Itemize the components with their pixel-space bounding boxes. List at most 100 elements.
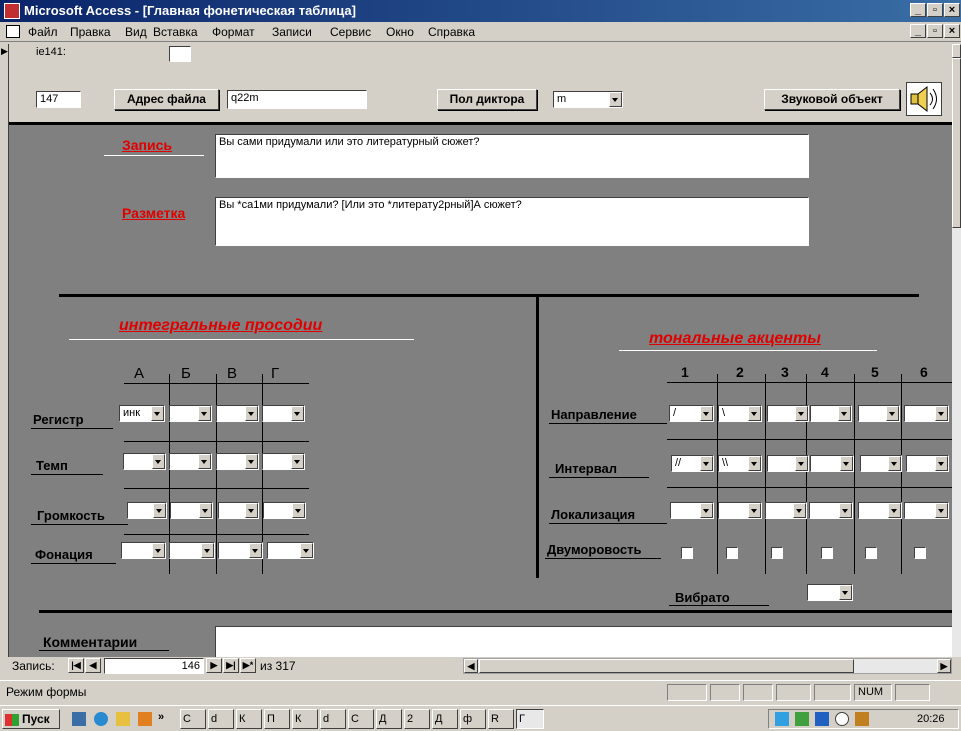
task-button-1[interactable]: С [180, 709, 206, 729]
chevron-down-icon[interactable] [748, 456, 761, 471]
phonation-b-select[interactable] [169, 542, 215, 559]
chevron-down-icon[interactable] [935, 406, 948, 421]
chevron-down-icon[interactable] [199, 503, 212, 518]
localization-3-select[interactable] [765, 502, 807, 519]
loudness-v-select[interactable] [218, 502, 259, 519]
chevron-down-icon[interactable] [292, 503, 305, 518]
chevron-down-icon[interactable] [840, 456, 853, 471]
menu-format[interactable]: Формат [212, 25, 255, 39]
tray-app-icon[interactable] [855, 712, 869, 726]
chevron-down-icon[interactable] [151, 406, 164, 421]
loudness-g-select[interactable] [263, 502, 306, 519]
chevron-down-icon[interactable] [888, 456, 901, 471]
chevron-down-icon[interactable] [839, 585, 852, 600]
direction-5-select[interactable] [858, 405, 900, 422]
dvumorovost-5-checkbox[interactable] [865, 547, 877, 559]
register-v-select[interactable] [216, 405, 259, 422]
vibrato-select[interactable] [807, 584, 853, 601]
dvumorovost-6-checkbox[interactable] [914, 547, 926, 559]
chevron-down-icon[interactable] [245, 503, 258, 518]
menu-window[interactable]: Окно [386, 25, 414, 39]
direction-2-select[interactable]: \ [718, 405, 762, 422]
speaker-icon[interactable] [906, 82, 942, 116]
interval-1-select[interactable]: // [671, 455, 714, 472]
task-button-active[interactable]: Г [516, 709, 544, 729]
register-g-select[interactable] [262, 405, 305, 422]
menu-help[interactable]: Справка [428, 25, 475, 39]
chevron-down-icon[interactable] [700, 503, 713, 518]
chevron-down-icon[interactable] [748, 406, 761, 421]
new-record-icon[interactable]: ▶* [240, 658, 256, 673]
file-address-input[interactable]: q22m [227, 90, 367, 109]
interval-3-select[interactable] [767, 455, 809, 472]
task-button-6[interactable]: d [320, 709, 346, 729]
direction-4-select[interactable] [810, 405, 852, 422]
last-record-icon[interactable]: ▶| [223, 658, 239, 673]
chevron-down-icon[interactable] [291, 454, 304, 469]
menu-tools[interactable]: Сервис [330, 25, 371, 39]
chevron-down-icon[interactable] [700, 406, 713, 421]
quicklaunch-ie-icon[interactable] [94, 712, 108, 726]
chevron-down-icon[interactable] [198, 406, 211, 421]
chevron-down-icon[interactable] [153, 503, 166, 518]
interval-2-select[interactable]: \\ [718, 455, 762, 472]
localization-5-select[interactable] [858, 502, 902, 519]
chevron-down-icon[interactable] [748, 503, 761, 518]
form-document-icon[interactable] [6, 25, 20, 38]
quicklaunch-media-icon[interactable] [138, 712, 152, 726]
menu-file[interactable]: Файл [28, 25, 58, 39]
speaker-gender-button[interactable]: Пол диктора [437, 89, 537, 110]
loudness-b-select[interactable] [170, 502, 213, 519]
razmetka-textbox[interactable]: Вы *са1ми придумали? [Или это *литерату2… [215, 197, 809, 246]
localization-2-select[interactable] [718, 502, 762, 519]
scroll-left-icon[interactable]: ◀ [464, 659, 478, 673]
task-button-12[interactable]: R [488, 709, 514, 729]
chevron-down-icon[interactable] [795, 406, 808, 421]
zapis-textbox[interactable]: Вы сами придумали или это литературный с… [215, 134, 809, 178]
tempo-g-select[interactable] [262, 453, 305, 470]
tray-language-icon[interactable] [815, 712, 829, 726]
task-button-4[interactable]: П [264, 709, 290, 729]
chevron-down-icon[interactable] [839, 503, 852, 518]
loudness-a-select[interactable] [127, 502, 167, 519]
prev-record-icon[interactable]: ◀ [85, 658, 101, 673]
doc-minimize-button[interactable]: _ [910, 24, 926, 38]
chevron-down-icon[interactable] [198, 454, 211, 469]
chevron-down-icon[interactable] [249, 543, 262, 558]
chevron-down-icon[interactable] [888, 503, 901, 518]
start-button[interactable]: Пуск [2, 709, 60, 729]
chevron-down-icon[interactable] [152, 543, 165, 558]
task-button-11[interactable]: ф [460, 709, 486, 729]
localization-6-select[interactable] [904, 502, 949, 519]
direction-6-select[interactable] [904, 405, 949, 422]
task-button-5[interactable]: К [292, 709, 318, 729]
localization-1-select[interactable] [670, 502, 714, 519]
localization-4-select[interactable] [809, 502, 853, 519]
task-button-10[interactable]: Д [432, 709, 458, 729]
chevron-down-icon[interactable] [935, 503, 948, 518]
interval-6-select[interactable] [906, 455, 949, 472]
minimize-button[interactable]: _ [910, 3, 926, 17]
doc-close-button[interactable]: × [944, 24, 960, 38]
chevron-down-icon[interactable] [793, 503, 806, 518]
chevron-down-icon[interactable] [152, 454, 165, 469]
tempo-a-select[interactable] [123, 453, 166, 470]
scroll-up-icon[interactable] [952, 44, 961, 58]
small-field[interactable] [169, 46, 191, 62]
chevron-down-icon[interactable] [886, 406, 899, 421]
quicklaunch-more-icon[interactable]: » [158, 711, 164, 723]
register-a-select[interactable]: инк [119, 405, 165, 422]
register-b-select[interactable] [169, 405, 212, 422]
tray-clock-icon[interactable] [835, 712, 849, 726]
quicklaunch-desktop-icon[interactable] [72, 712, 86, 726]
vertical-scrollbar[interactable] [952, 44, 961, 657]
tray-network-icon[interactable] [795, 712, 809, 726]
chevron-down-icon[interactable] [291, 406, 304, 421]
chevron-down-icon[interactable] [245, 454, 258, 469]
task-button-3[interactable]: К [236, 709, 262, 729]
horizontal-scrollbar[interactable]: ◀ ▶ [463, 658, 952, 674]
close-button[interactable]: × [944, 3, 960, 17]
menu-records[interactable]: Записи [272, 25, 312, 39]
first-record-icon[interactable]: |◀ [68, 658, 84, 673]
access-app-icon[interactable] [4, 3, 20, 19]
